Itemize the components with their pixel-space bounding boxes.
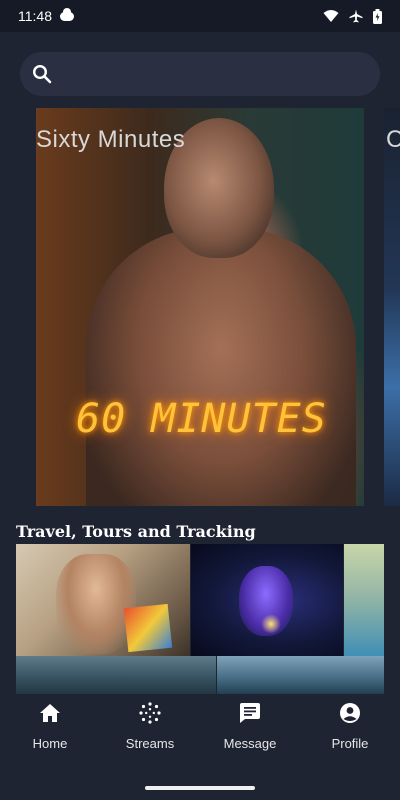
nav-label-message: Message	[223, 736, 277, 751]
thumbnail-light	[261, 614, 281, 634]
home-icon	[37, 700, 63, 726]
hero-title: Sixty Minutes	[36, 126, 186, 153]
wifi-icon	[323, 10, 339, 22]
airplane-icon	[349, 9, 363, 23]
status-time: 11:48	[18, 8, 52, 24]
nav-item-home[interactable]: Home	[0, 694, 100, 774]
gesture-area	[0, 774, 400, 800]
message-icon	[237, 700, 263, 726]
nav-label-home: Home	[32, 736, 68, 751]
hero-next-title: C	[386, 126, 400, 153]
battery-icon	[373, 8, 382, 24]
thumbnail-card[interactable]	[217, 656, 384, 694]
thumbnail-figure	[56, 554, 136, 654]
section-title: Travel, Tours and Tracking	[16, 522, 256, 541]
bottom-nav: Home Streams Message Profile	[0, 694, 400, 774]
app-screen: 11:48 Sixty Minutes 60 MINUTES C Travel,…	[0, 0, 400, 800]
nav-label-profile: Profile	[331, 736, 369, 751]
thumbnail-card[interactable]	[344, 544, 384, 656]
profile-icon	[337, 700, 363, 726]
hero-card-next[interactable]: C	[384, 108, 400, 506]
search-icon	[32, 64, 52, 84]
cloud-icon	[60, 7, 74, 21]
thumbnail-card[interactable]	[16, 656, 216, 694]
thumbnail-box	[123, 603, 173, 653]
hero-poster-text: 60 MINUTES	[76, 396, 327, 442]
status-icons	[323, 8, 382, 24]
thumbnail-card[interactable]	[16, 544, 190, 656]
nav-item-streams[interactable]: Streams	[100, 694, 200, 774]
streams-icon	[137, 700, 163, 726]
hero-poster-figure	[86, 228, 356, 506]
thumbnail-card[interactable]	[191, 544, 343, 656]
nav-item-message[interactable]: Message	[200, 694, 300, 774]
gesture-handle[interactable]	[145, 786, 255, 790]
search-input[interactable]	[60, 66, 368, 82]
status-bar: 11:48	[0, 0, 400, 32]
search-bar[interactable]	[20, 52, 380, 96]
nav-label-streams: Streams	[125, 736, 175, 751]
nav-item-profile[interactable]: Profile	[300, 694, 400, 774]
hero-card-sixty-minutes[interactable]: Sixty Minutes 60 MINUTES	[36, 108, 364, 506]
